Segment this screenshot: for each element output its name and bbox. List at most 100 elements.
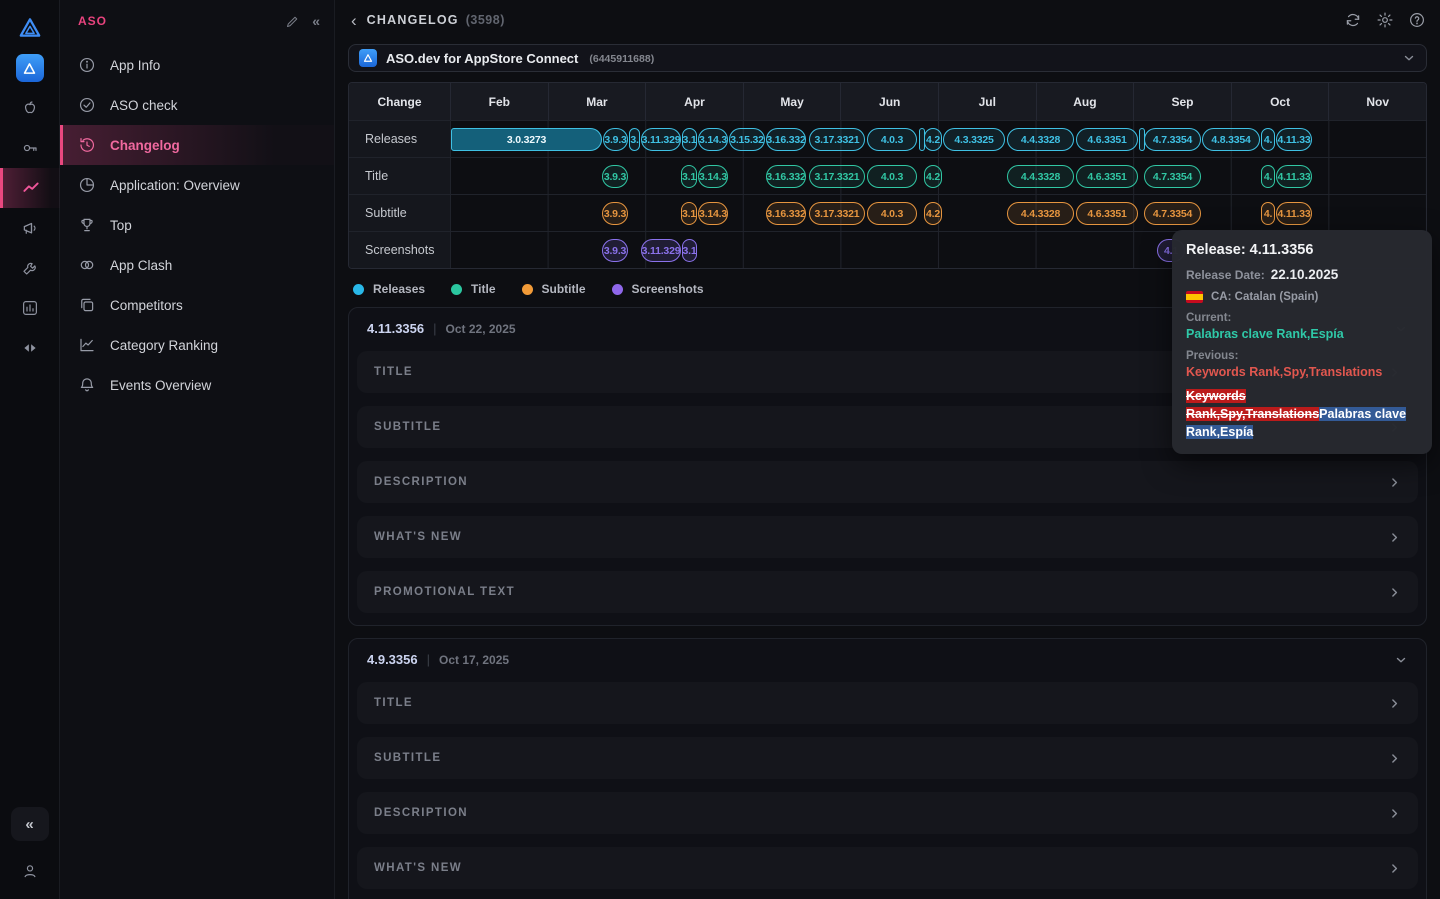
legend-dot [451,284,462,295]
version-pill[interactable]: 4.2 [924,202,942,225]
megaphone-icon[interactable] [0,208,60,248]
release-card-header[interactable]: 4.9.3356 | Oct 17, 2025 [357,647,1418,669]
row-label: Subtitle [349,195,450,231]
field-row-what-s-new[interactable]: WHAT'S NEW [357,847,1418,889]
legend-dot [353,284,364,295]
version-pill[interactable]: 4.0.3 [867,165,917,188]
version-pill[interactable]: 3.1 [681,202,697,225]
app-store-badge-icon [359,49,377,67]
settings-gear-icon[interactable] [1376,11,1394,29]
version-pill[interactable]: 4.4.3328 [1007,202,1074,225]
version-pill[interactable]: 4.6.3351 [1076,165,1138,188]
version-pill[interactable]: 3.15.32 [729,128,765,151]
rail-collapse-button[interactable]: « [11,807,49,841]
version-pill[interactable]: 4. [1261,165,1275,188]
version-pill[interactable]: 4.2 [924,165,942,188]
sidebar-item-app-clash[interactable]: App Clash [60,245,334,285]
sidebar-item-label: Application: Overview [110,178,240,193]
wrench-icon[interactable] [0,248,60,288]
sidebar-item-competitors[interactable]: Competitors [60,285,334,325]
apple-icon[interactable] [0,88,60,128]
version-pill[interactable]: 3.16.332 [766,165,806,188]
version-pill[interactable]: 3.11.329 [641,239,681,262]
version-pill[interactable]: 3.17.3321 [809,202,865,225]
back-button[interactable]: ‹ [351,12,357,29]
legend-item-subtitle[interactable]: Subtitle [522,282,586,296]
version-pill[interactable]: 3.14.3 [698,165,728,188]
field-row-description[interactable]: DESCRIPTION [357,792,1418,834]
version-pill[interactable]: 4.11.33 [1276,202,1312,225]
version-pill[interactable]: 3.9.3 [602,239,628,262]
version-pill[interactable]: 3.0.3273 [451,128,602,151]
version-pill[interactable]: 4.4.3328 [1007,128,1074,151]
pie-icon [78,176,96,194]
legend-item-releases[interactable]: Releases [353,282,425,296]
version-pill[interactable]: 3.16.332 [766,128,806,151]
version-pill[interactable]: 4.2 [924,128,942,151]
field-row-what-s-new[interactable]: WHAT'S NEW [357,516,1418,558]
competitors-icon [78,296,96,314]
version-pill[interactable]: 3.14.3 [698,202,728,225]
version-pill[interactable]: 4.7.3354 [1144,165,1201,188]
info-icon [78,56,96,74]
edit-pencil-icon[interactable] [285,14,300,29]
legend-item-title[interactable]: Title [451,282,495,296]
legend-item-screenshots[interactable]: Screenshots [612,282,704,296]
version-pill[interactable]: 4.3.3325 [943,128,1005,151]
version-pill[interactable]: 4. [1261,202,1275,225]
version-pill[interactable]: 3.9.3 [602,165,628,188]
version-pill[interactable]: 4.7.3354 [1144,202,1201,225]
sidebar-item-changelog[interactable]: Changelog [60,125,334,165]
user-profile-icon[interactable] [0,851,60,891]
version-pill[interactable]: 4.6.3351 [1076,128,1138,151]
sidebar-item-events-overview[interactable]: Events Overview [60,365,334,405]
version-pill[interactable]: 3.9.3 [603,128,628,151]
version-pill[interactable]: 4.0.3 [867,202,917,225]
version-pill[interactable]: 3.16.332 [766,202,806,225]
version-pill[interactable]: 4. [1261,128,1275,151]
bell-icon [78,376,96,394]
field-row-promotional-text[interactable]: PROMOTIONAL TEXT [357,571,1418,613]
sidebar-item-aso-check[interactable]: ASO check [60,85,334,125]
sidebar-collapse-icon[interactable]: « [312,13,320,29]
column-header-sep: Sep [1133,83,1231,120]
version-pill[interactable]: 3.14.3 [698,128,728,151]
aso-logo[interactable] [0,8,60,48]
version-pill[interactable]: 3. [629,128,640,151]
version-pill[interactable]: 3.17.3321 [809,165,865,188]
version-pill[interactable]: 4.0.3 [867,128,917,151]
legend-label: Title [471,282,495,296]
field-row-title[interactable]: TITLE [357,682,1418,724]
sidebar-item-category-ranking[interactable]: Category Ranking [60,325,334,365]
field-row-description[interactable]: DESCRIPTION [357,461,1418,503]
version-pill[interactable]: 4.11.33 [1276,165,1312,188]
sidebar-item-app-info[interactable]: App Info [60,45,334,85]
sidebar-item-application-overview[interactable]: Application: Overview [60,165,334,205]
version-pill[interactable]: 4.4.3328 [1007,165,1074,188]
version-pill[interactable]: 3.1 [682,128,697,151]
version-pill[interactable]: 4.11.33 [1276,128,1312,151]
timeline-track: 3.0.32733.9.33.3.11.3293.13.14.33.15.323… [450,121,1426,157]
bar-chart-icon[interactable] [0,288,60,328]
key-icon[interactable] [0,128,60,168]
version-pill[interactable]: 3.1 [681,165,697,188]
sidebar-menu: App Info ASO check Changelog Application… [60,45,334,405]
version-pill[interactable]: 4.6.3351 [1076,202,1138,225]
field-row-subtitle[interactable]: SUBTITLE [357,737,1418,779]
version-pill[interactable]: 3.17.3321 [809,128,865,151]
app-switcher[interactable]: ASO.dev for AppStore Connect (6445911688… [348,44,1427,72]
sidebar-item-top[interactable]: Top [60,205,334,245]
refresh-icon[interactable] [1344,11,1362,29]
chart-line-icon[interactable] [0,168,60,208]
version-pill[interactable]: 3.9.3 [602,202,628,225]
help-icon[interactable] [1408,11,1426,29]
chevron-down-icon[interactable] [1394,653,1408,667]
timeline-header-row: ChangeFebMarAprMayJunJulAugSepOctNov [349,83,1426,120]
version-pill[interactable]: 3.11.329 [641,128,681,151]
ranking-icon [78,336,96,354]
app-store-icon[interactable] [0,48,60,88]
version-pill[interactable]: 4.8.3354 [1202,128,1260,151]
version-pill[interactable]: 4.7.3354 [1144,128,1201,151]
compare-icon[interactable] [0,328,60,368]
version-pill[interactable]: 3.1 [682,239,697,262]
